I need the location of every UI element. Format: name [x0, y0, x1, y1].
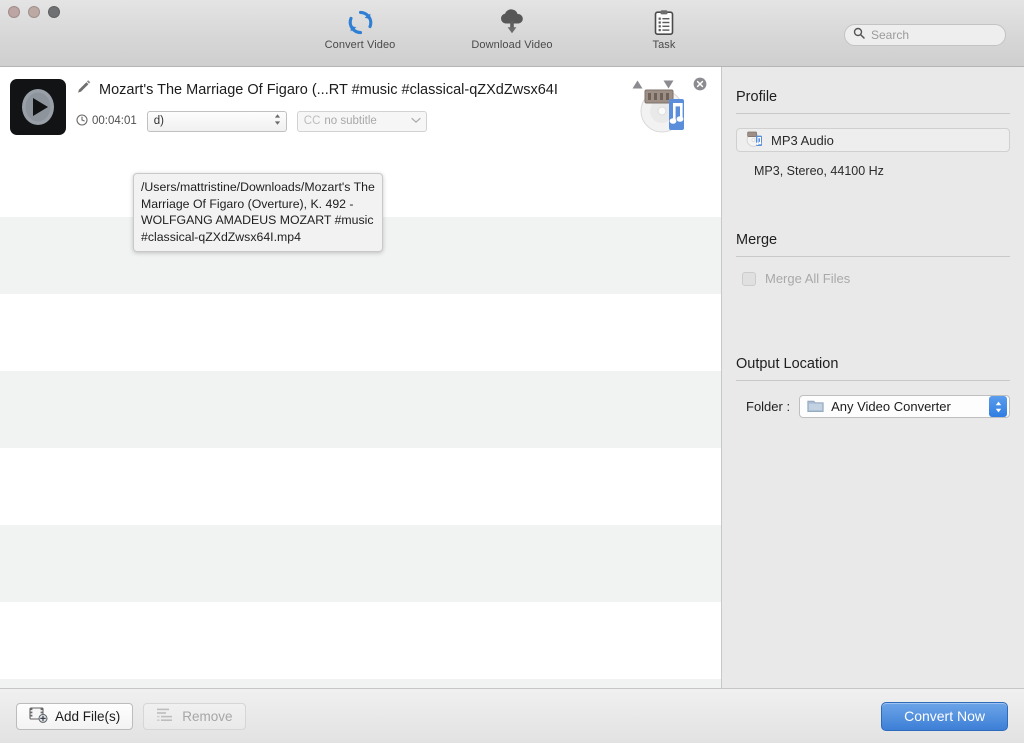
file-meta-line: 00:04:01 d): [76, 107, 635, 135]
mp3-audio-disc-icon: [746, 131, 764, 150]
audio-track-value: d): [154, 115, 164, 127]
bottom-bar: Add File(s) Remove: [0, 688, 1024, 743]
toolbar: Convert Video Download Video: [0, 0, 1024, 67]
divider: [736, 256, 1010, 257]
output-folder-value: Any Video Converter: [831, 399, 982, 414]
merge-all-files-row[interactable]: Merge All Files: [736, 271, 1010, 286]
merge-all-files-label: Merge All Files: [765, 271, 850, 286]
toolbar-item-task-label: Task: [652, 39, 675, 51]
search-icon: [853, 26, 865, 44]
output-folder-row: Folder : Any Video Converter: [736, 395, 1010, 418]
stripe: [0, 679, 721, 688]
subtitle-cc-label: CC: [304, 115, 321, 127]
row-stripes: [0, 67, 721, 688]
profile-select[interactable]: MP3 Audio: [736, 128, 1010, 152]
toolbar-item-convert-video[interactable]: Convert Video: [312, 8, 408, 51]
output-folder-label: Folder :: [746, 399, 790, 414]
search-input[interactable]: [871, 28, 997, 42]
move-down-icon[interactable]: [662, 79, 675, 90]
file-list: Mozart's The Marriage Of Figaro (...RT #…: [0, 67, 722, 688]
edit-title-icon[interactable]: [76, 80, 91, 100]
file-title-line: Mozart's The Marriage Of Figaro (...RT #…: [76, 75, 635, 101]
divider: [736, 113, 1010, 114]
file-duration: 00:04:01: [76, 114, 137, 129]
merge-heading: Merge: [736, 210, 1010, 256]
stripe: [0, 525, 721, 602]
clock-icon: [76, 114, 88, 129]
spacer: [736, 286, 1010, 334]
folder-icon: [807, 398, 824, 416]
file-path-tooltip: /Users/mattristine/Downloads/Mozart's Th…: [133, 173, 383, 252]
file-row-main: Mozart's The Marriage Of Figaro (...RT #…: [66, 75, 635, 135]
output-folder-select[interactable]: Any Video Converter: [799, 395, 1010, 418]
row-actions: [631, 77, 707, 91]
toolbar-item-download-video[interactable]: Download Video: [464, 8, 560, 51]
profile-heading: Profile: [736, 67, 1010, 113]
remove-label: Remove: [182, 709, 232, 724]
remove-row-icon[interactable]: [693, 77, 707, 91]
file-title: Mozart's The Marriage Of Figaro (...RT #…: [99, 82, 558, 98]
folder-stepper-icon[interactable]: [989, 396, 1007, 417]
profile-selected-label: MP3 Audio: [771, 133, 834, 148]
add-file-icon: [29, 706, 48, 726]
output-location-heading: Output Location: [736, 334, 1010, 380]
app-window: Convert Video Download Video: [0, 0, 1024, 743]
file-duration-value: 00:04:01: [92, 115, 137, 127]
toolbar-item-convert-video-label: Convert Video: [325, 39, 396, 51]
main-body: Mozart's The Marriage Of Figaro (...RT #…: [0, 67, 1024, 688]
subtitle-select[interactable]: CCno subtitle: [297, 111, 427, 132]
remove-list-icon: [156, 707, 175, 726]
divider: [736, 380, 1010, 381]
search-field[interactable]: [844, 24, 1006, 46]
add-files-button[interactable]: Add File(s): [16, 703, 133, 730]
stepper-updown-icon: [273, 112, 282, 130]
toolbar-item-task[interactable]: Task: [616, 8, 712, 51]
convert-now-button[interactable]: Convert Now: [881, 702, 1008, 731]
move-up-icon[interactable]: [631, 79, 644, 90]
merge-all-files-checkbox[interactable]: [742, 272, 756, 286]
table-row[interactable]: Mozart's The Marriage Of Figaro (...RT #…: [0, 67, 721, 147]
toolbar-item-download-video-label: Download Video: [471, 39, 552, 51]
convert-now-label: Convert Now: [904, 708, 985, 724]
profile-details: MP3, Stereo, 44100 Hz: [736, 152, 1010, 178]
settings-panel: Profile: [722, 67, 1024, 688]
add-files-label: Add File(s): [55, 709, 120, 724]
chevron-down-icon: [411, 115, 421, 127]
subtitle-value: no subtitle: [324, 115, 376, 127]
spacer: [736, 178, 1010, 210]
download-video-icon: [497, 8, 527, 36]
stripe: [0, 371, 721, 448]
audio-track-select[interactable]: d): [147, 111, 287, 132]
convert-video-icon: [347, 8, 374, 36]
remove-button[interactable]: Remove: [143, 703, 245, 730]
video-play-thumbnail: [10, 79, 66, 135]
task-icon: [653, 8, 675, 36]
